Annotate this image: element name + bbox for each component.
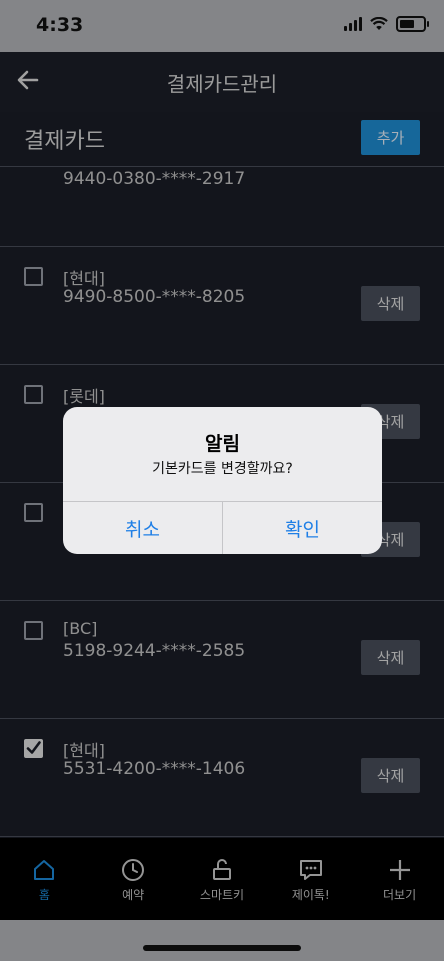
alert-buttons: 취소 확인 [63, 501, 382, 554]
cancel-button[interactable]: 취소 [63, 502, 222, 554]
confirm-button[interactable]: 확인 [222, 502, 382, 554]
alert-dialog: 알림 기본카드를 변경할까요? 취소 확인 [63, 407, 382, 554]
alert-message: 기본카드를 변경할까요? [152, 461, 293, 477]
alert-title: 알림 [205, 433, 240, 455]
